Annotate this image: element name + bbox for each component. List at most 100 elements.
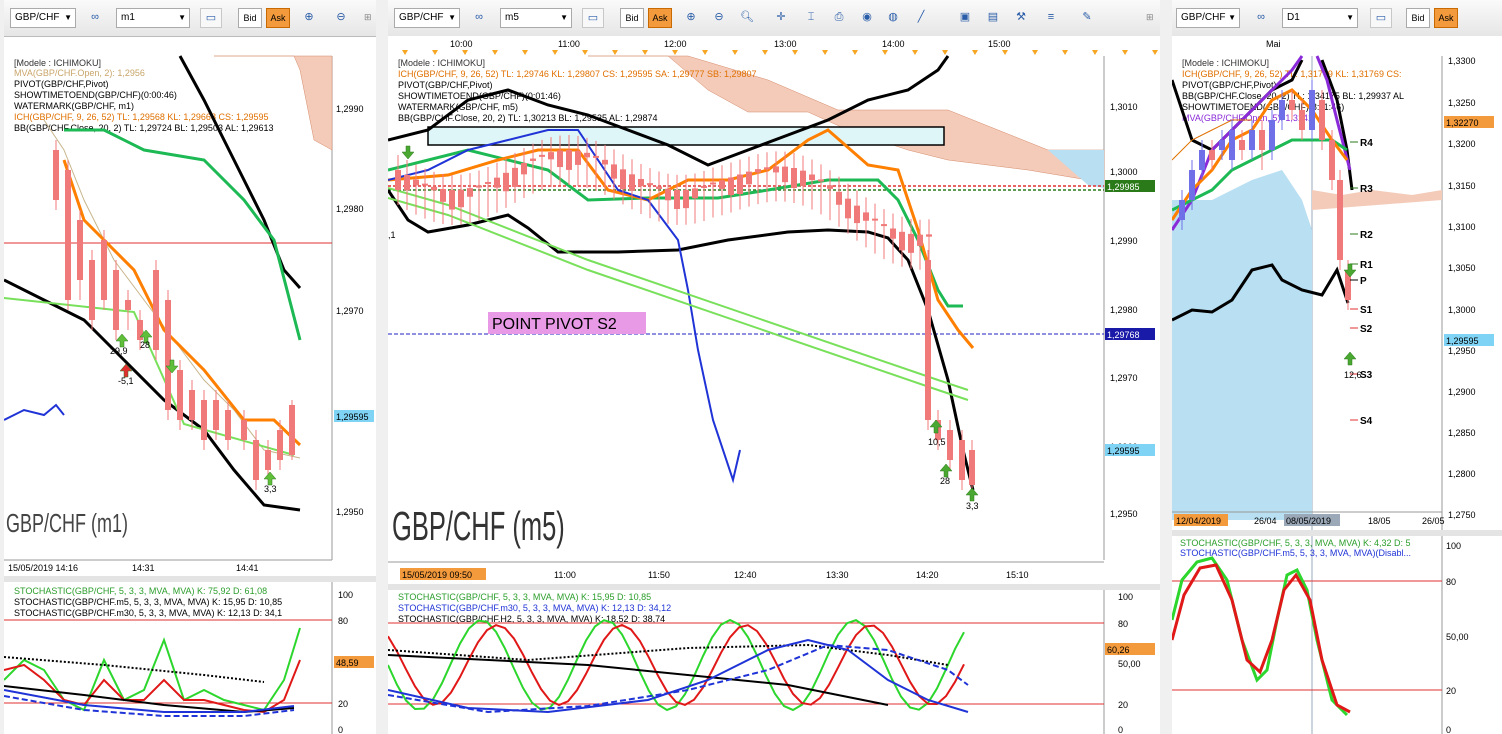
pane-splitter (1172, 530, 1502, 536)
signal-arrow-up (1343, 351, 1357, 366)
watermark: GBP/CHF (m5) (392, 504, 565, 549)
legend-pivot: PIVOT(GBP/CHF,Pivot) (1182, 80, 1277, 90)
m5-candle-body (665, 188, 671, 201)
top-time-tick: Mai (1266, 39, 1281, 49)
trendline-1 (388, 187, 969, 391)
m1-candle-body (125, 300, 131, 310)
legend-model: [Modele : ICHIMOKU] (14, 58, 101, 68)
top-time-tick: 13:00 (774, 39, 797, 49)
price-tick: 1,3200 (1448, 139, 1476, 149)
time-tick: 14:20 (916, 570, 939, 580)
price-marker-top: 1,32270 (1446, 118, 1479, 128)
m5-candle-body (512, 167, 518, 187)
m5-candle-body (611, 164, 617, 179)
chart-canvas-m5[interactable]: 10:00 11:00 12:00 13:00 14:00 15:00 [Modele : … (388, 0, 1160, 734)
top-time-tick: 12:00 (664, 39, 687, 49)
price-tick: 1,2950 (1448, 346, 1476, 356)
annotation: 28 (140, 340, 150, 350)
d1-candle-body (1299, 110, 1305, 130)
price-tick: 1,3100 (1448, 222, 1476, 232)
d1-candle-body (1337, 180, 1343, 260)
price-tick: 1,3250 (1448, 98, 1476, 108)
stoch-tick: 20 (1118, 700, 1128, 710)
m5-candle-body (908, 233, 914, 253)
d1-candle-body (1189, 170, 1195, 200)
stoch-tick: 80 (338, 616, 348, 626)
stoch-legend: STOCHASTIC(GBP/CHF.m5, 5, 3, 3, MVA, MVA… (14, 597, 282, 607)
chart-panel-m1: GBP/CHF ▼ ∞ m1 ▼ ▭ Bid Ask ⊕ ⊖ ⊞ [Modele :… (4, 0, 376, 734)
m5-candle-body (836, 191, 842, 205)
annotation: -5,1 (118, 376, 134, 386)
d1-candle-body (1269, 120, 1275, 150)
m5-candle-body (404, 174, 410, 191)
time-tick: 14:41 (236, 563, 259, 573)
top-time-tick: 11:00 (558, 39, 580, 49)
price-tick: 1,2980 (1110, 305, 1138, 315)
stoch-tick: 0 (338, 725, 343, 734)
price-marker-current: 1,29595 (1446, 336, 1479, 346)
m1-candle-body (265, 450, 271, 470)
time-tick: 14:31 (132, 563, 155, 573)
chart-canvas-m1[interactable]: [Modele : ICHIMOKU]MVA(GBP/CHF.Open, 2):… (4, 0, 376, 734)
pivot-level-label: S1 (1360, 305, 1373, 316)
legend-mva: MVA(GBP/CHF.Open, 2): 1,2956 (14, 68, 145, 78)
m5-candle-body (575, 150, 581, 165)
m1-candle-body (213, 400, 219, 430)
pivot-label: POINT PIVOT S2 (492, 316, 617, 333)
top-time-tick: 10:00 (450, 39, 473, 49)
m5-candle-body (800, 170, 806, 186)
m5-candle-body (773, 166, 779, 173)
d1-candle-body (1279, 100, 1285, 120)
m5-candle-body (926, 234, 932, 237)
pane-splitter (4, 576, 376, 582)
stoch-legend: STOCHASTIC(GBP/CHF.m5, 5, 3, 3, MVA, MVA… (1180, 548, 1411, 558)
time-tick: 08/05/2019 (1286, 516, 1331, 526)
m5-candle-body (629, 174, 635, 191)
m1-candle-body (65, 170, 71, 300)
time-tick: 12/04/2019 (1176, 516, 1221, 526)
legend-pivot: PIVOT(GBP/CHF,Pivot) (398, 80, 493, 90)
price-tick: 1,3010 (1110, 102, 1138, 112)
price-tick: 1,2990 (336, 104, 364, 114)
m5-candle-body (494, 177, 500, 188)
annotation: 12,6 (1344, 370, 1362, 380)
d1-candle-body (1319, 100, 1325, 140)
m1-candle-body (153, 270, 159, 350)
stoch-m30 (4, 689, 295, 713)
price-tick: 1,2750 (1448, 510, 1476, 520)
legend-watermark: WATERMARK(GBP/CHF, m1) (14, 101, 134, 111)
signal-arrow-down (401, 145, 415, 160)
d1-candle-body (1219, 140, 1225, 150)
stoch-tick: 50,00 (1118, 659, 1141, 669)
m1-candle-body (177, 370, 183, 420)
price-tick: 1,3300 (1448, 56, 1476, 66)
m1-candle-body (225, 410, 231, 440)
m5-candle-body (413, 179, 419, 186)
pivot-level-label: R3 (1360, 184, 1373, 195)
m5-candle-body (467, 188, 473, 197)
m5-candle-body (530, 158, 536, 161)
m5-candle-body (584, 152, 590, 158)
chart-panel-m5: GBP/CHF ▼ ∞ m5 ▼ ▭ Bid Ask ⊕ ⊖ 🔍︎ ✛ ⌶ ⎙ ◉ … (388, 0, 1160, 734)
m5-candle-body (458, 189, 464, 208)
price-tick: 1,2970 (336, 306, 364, 316)
m5-candle-recent-body (925, 260, 931, 420)
annotation: 3,3 (966, 501, 979, 511)
d1-candle-body (1329, 140, 1335, 180)
d1-candle-body (1199, 150, 1205, 170)
top-time-tick: 15:00 (988, 39, 1011, 49)
annotation: ,1 (388, 230, 396, 240)
stoch-marker: 48,59 (336, 658, 359, 668)
m5-candle-body (863, 212, 869, 221)
pivot-level-label: P (1360, 276, 1367, 287)
m5-candle-body (755, 169, 761, 173)
price-tick: 1,2800 (1448, 469, 1476, 479)
annotation: 3,3 (264, 484, 277, 494)
annotation: 10,5 (928, 437, 946, 447)
price-tick: 1,3050 (1448, 263, 1476, 273)
chart-canvas-d1[interactable]: Mai[Modele : ICHIMOKU]ICH(GBP/CHF, 9, 26… (1172, 0, 1502, 734)
m5-candle-body (557, 150, 563, 168)
tenkan-line (388, 128, 975, 349)
legend-showtime: SHOWTIMETOEND(GBP/CHF)(0:00:46) (14, 90, 177, 100)
d1-candle-body (1249, 130, 1255, 150)
